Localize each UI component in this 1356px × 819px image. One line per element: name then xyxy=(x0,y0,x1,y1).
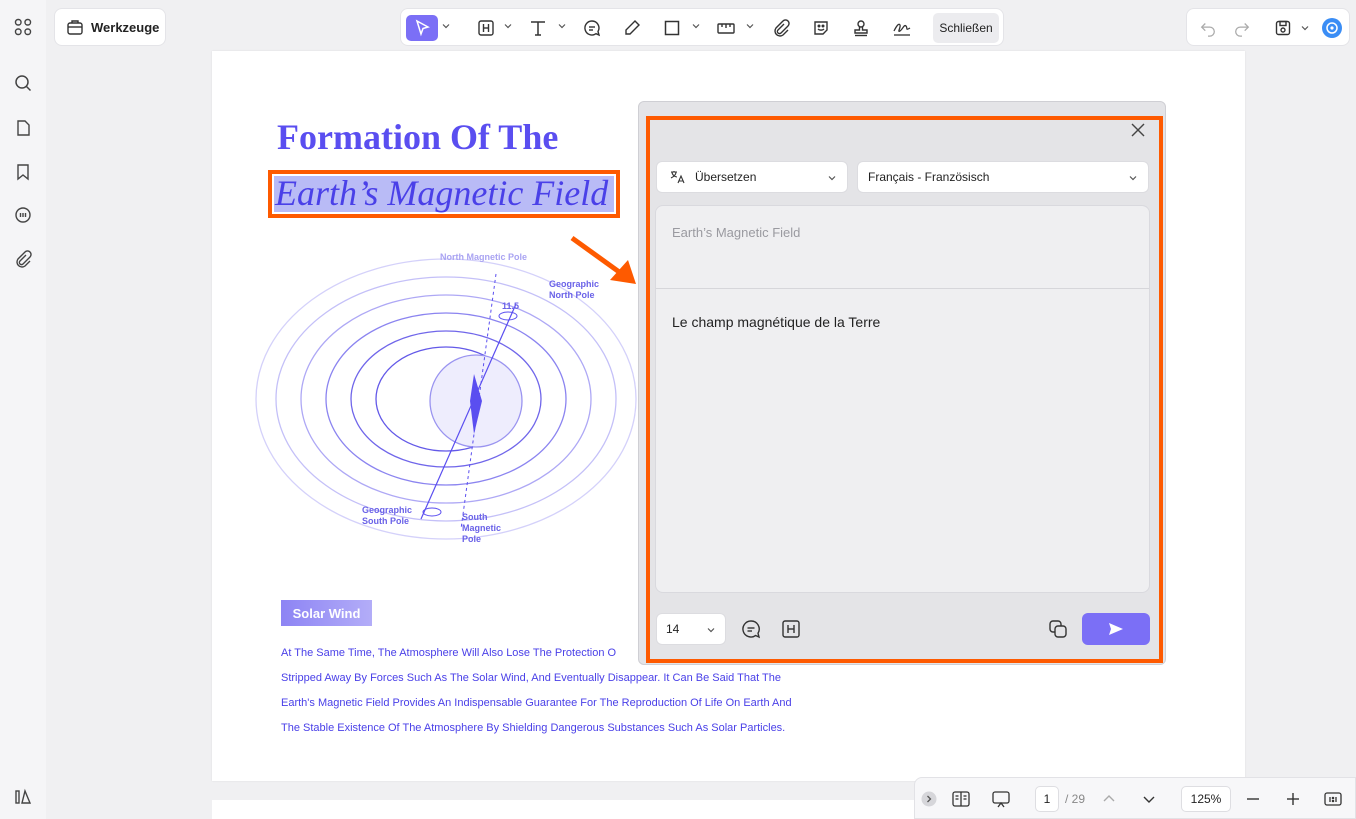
text-tool-button[interactable] xyxy=(525,15,551,41)
chevron-up-icon[interactable] xyxy=(1099,789,1119,809)
zoom-out-icon[interactable] xyxy=(1243,789,1263,809)
zoom-level[interactable]: 125% xyxy=(1181,786,1231,812)
text-icon xyxy=(531,21,545,36)
chevron-down-icon[interactable] xyxy=(503,21,513,31)
apps-grid-icon[interactable] xyxy=(10,14,36,40)
stamp-tool-button[interactable] xyxy=(848,15,874,41)
measure-tool-button[interactable] xyxy=(713,15,739,41)
highlight-icon xyxy=(478,20,494,36)
label-angle: 11.5 xyxy=(502,301,520,311)
signature-icon xyxy=(893,23,911,36)
ruler-icon xyxy=(717,23,735,34)
chevron-down-icon[interactable] xyxy=(557,21,567,31)
label-south-magnetic: South Magnetic Pole xyxy=(462,512,502,544)
label-geographic-south: Geographic South Pole xyxy=(362,505,413,526)
current-page-input[interactable]: 1 xyxy=(1035,786,1059,812)
chevron-down-icon[interactable] xyxy=(745,21,755,31)
paragraph-line: Stripped Away By Forces Such As The Sola… xyxy=(281,672,781,684)
paperclip-icon xyxy=(774,19,790,37)
selection-outline xyxy=(268,170,620,218)
pen-icon xyxy=(625,20,640,35)
pages-icon[interactable] xyxy=(10,115,36,141)
presentation-icon[interactable] xyxy=(991,789,1011,809)
panel-highlight-outline xyxy=(646,116,1163,663)
tools-button[interactable]: Werkzeuge xyxy=(54,8,166,46)
total-pages: / 29 xyxy=(1065,792,1086,806)
section-badge: Solar Wind xyxy=(281,600,372,626)
bookmark-icon[interactable] xyxy=(10,159,36,185)
rectangle-icon xyxy=(664,20,680,36)
callout-arrow-icon xyxy=(570,235,636,284)
paragraph-line: Earth's Magnetic Field Provides An Indis… xyxy=(281,697,792,709)
right-toolbar xyxy=(1186,8,1350,46)
highlight-tool-button[interactable] xyxy=(473,15,499,41)
page-navigation-bar: 1 / 29 125% xyxy=(914,777,1356,819)
redo-icon[interactable] xyxy=(1233,19,1251,37)
actual-size-icon[interactable] xyxy=(1323,789,1343,809)
attach-tool-button[interactable] xyxy=(768,15,794,41)
sidebar-toggle-icon[interactable] xyxy=(10,784,36,810)
chevron-down-icon[interactable] xyxy=(441,21,451,31)
sticker-tool-button[interactable] xyxy=(808,15,834,41)
page-title: Formation Of The xyxy=(277,117,559,157)
comment-icon xyxy=(584,20,601,37)
zoom-in-icon[interactable] xyxy=(1283,789,1303,809)
label-north-magnetic: North Magnetic Pole xyxy=(440,252,528,262)
comments-icon[interactable] xyxy=(10,202,36,228)
close-toolbar-button[interactable]: Schließen xyxy=(933,13,999,43)
stamp-icon xyxy=(854,20,868,37)
chevron-down-icon[interactable] xyxy=(691,21,701,31)
chevron-down-icon[interactable] xyxy=(1300,23,1310,33)
chevron-down-icon[interactable] xyxy=(1139,789,1159,809)
undo-icon[interactable] xyxy=(1199,19,1217,37)
shape-tool-button[interactable] xyxy=(659,15,685,41)
attachment-icon[interactable] xyxy=(10,246,36,272)
comment-tool-button[interactable] xyxy=(579,15,605,41)
left-rail xyxy=(0,0,46,819)
pen-tool-button[interactable] xyxy=(619,15,645,41)
annotation-toolbar: Schließen xyxy=(400,8,1004,46)
signature-tool-button[interactable] xyxy=(888,15,916,41)
toolbox-icon xyxy=(67,20,83,35)
page-layout-icon[interactable] xyxy=(951,789,971,809)
sticker-icon xyxy=(814,21,828,35)
tools-label: Werkzeuge xyxy=(91,19,160,35)
expand-icon[interactable] xyxy=(921,791,937,807)
paragraph-line: The Stable Existence Of The Atmosphere B… xyxy=(281,722,786,734)
select-tool-button[interactable] xyxy=(406,15,438,41)
save-icon[interactable] xyxy=(1273,18,1293,38)
search-icon[interactable] xyxy=(10,70,36,96)
cursor-icon xyxy=(415,19,430,37)
ai-assistant-icon[interactable] xyxy=(1321,17,1343,39)
paragraph-line: At The Same Time, The Atmosphere Will Al… xyxy=(281,647,617,659)
